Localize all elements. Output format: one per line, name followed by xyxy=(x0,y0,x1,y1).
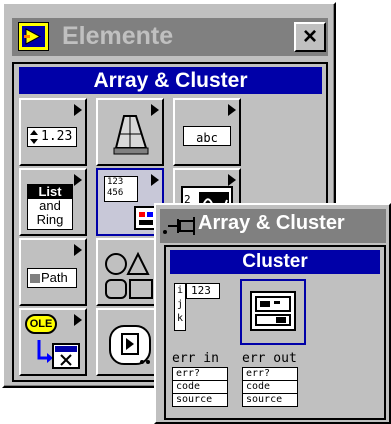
err-out-label: err out xyxy=(242,351,297,366)
array-element-box: 123 xyxy=(186,283,220,299)
submenu-arrow-icon xyxy=(228,104,236,116)
cluster-subpalette: Cluster i j k 123 err in err? code sourc… xyxy=(164,245,386,420)
boolean-palette-button[interactable] xyxy=(96,98,164,166)
path-icon: Path xyxy=(27,268,77,288)
ole-palette-button[interactable]: OLE xyxy=(19,308,87,376)
cluster-palette-item[interactable] xyxy=(240,279,306,345)
submenu-arrow-icon xyxy=(74,314,82,326)
list-ring-icon: List and Ring xyxy=(27,184,73,230)
array-icon: 123 456 xyxy=(104,176,138,202)
ole-icon: OLE xyxy=(25,314,57,334)
pushpin-icon[interactable] xyxy=(162,215,198,237)
numeric-palette-button[interactable]: 1.23 xyxy=(19,98,87,166)
array-palette-item[interactable]: i j k 123 xyxy=(172,281,236,341)
submenu-arrow-icon xyxy=(74,104,82,116)
cluster-icon xyxy=(250,291,296,331)
automation-refnum-icon xyxy=(37,340,80,369)
submenu-arrow-icon xyxy=(228,174,236,186)
palette-header: Array & Cluster xyxy=(19,67,322,94)
submenu-arrow-icon xyxy=(151,174,159,186)
string-palette-button[interactable]: abc xyxy=(173,98,241,166)
array-index-box: i j k xyxy=(174,283,186,331)
path-palette-button[interactable]: Path xyxy=(19,238,87,306)
window-title: Elemente xyxy=(62,22,174,50)
numeric-icon: 1.23 xyxy=(27,127,77,147)
folder-icon xyxy=(30,274,40,283)
string-icon: abc xyxy=(183,126,231,146)
err-in-label: err in xyxy=(172,351,219,366)
title-bar[interactable]: Elemente × xyxy=(12,18,328,56)
subpalette-title: Array & Cluster xyxy=(198,212,345,234)
list-and-ring-palette-button[interactable]: List and Ring xyxy=(19,168,87,236)
subpalette-header: Cluster xyxy=(170,250,380,274)
refnum-icon xyxy=(109,325,151,365)
err-in-cluster[interactable]: err? code source xyxy=(172,367,228,407)
labview-icon xyxy=(18,22,49,51)
spinner-arrows-icon xyxy=(30,130,38,144)
array-cluster-subpalette-window: Array & Cluster Cluster i j k 123 err in… xyxy=(154,203,391,424)
toggle-switch-icon xyxy=(113,115,149,155)
close-button[interactable]: × xyxy=(294,22,326,52)
submenu-arrow-icon xyxy=(74,244,82,256)
err-out-cluster[interactable]: err? code source xyxy=(242,367,298,407)
subpalette-title-bar[interactable]: Array & Cluster xyxy=(160,209,386,243)
submenu-arrow-icon xyxy=(74,174,82,186)
